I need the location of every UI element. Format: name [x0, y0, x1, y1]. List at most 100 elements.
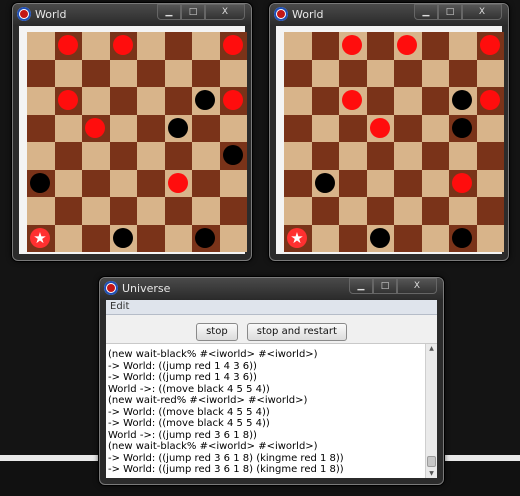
red-piece[interactable]	[342, 35, 362, 55]
board-square[interactable]	[284, 87, 312, 115]
board-square[interactable]	[164, 224, 192, 252]
board-square[interactable]	[339, 169, 367, 197]
board-square[interactable]	[284, 142, 312, 170]
black-piece[interactable]	[452, 117, 472, 138]
board-square[interactable]	[339, 59, 367, 87]
close-button[interactable]: X	[205, 4, 245, 20]
scroll-down-icon[interactable]: ▼	[426, 469, 437, 478]
board-square[interactable]	[219, 197, 247, 225]
black-piece[interactable]	[195, 227, 215, 248]
star-icon[interactable]: ★	[287, 227, 307, 248]
board-square[interactable]	[476, 114, 504, 142]
maximize-button[interactable]: □	[181, 4, 205, 20]
board-square[interactable]	[339, 87, 367, 115]
board-square[interactable]	[164, 59, 192, 87]
board-square[interactable]	[284, 169, 312, 197]
board-square[interactable]	[284, 197, 312, 225]
board-square[interactable]	[82, 87, 110, 115]
board-square[interactable]	[109, 87, 137, 115]
board-square[interactable]	[27, 169, 55, 197]
board-square[interactable]	[366, 224, 394, 252]
red-piece[interactable]	[369, 117, 390, 138]
board-square[interactable]	[476, 224, 504, 252]
board-square[interactable]	[449, 224, 477, 252]
board-square[interactable]	[164, 169, 192, 197]
maximize-button[interactable]: □	[373, 278, 397, 294]
board-square[interactable]	[219, 59, 247, 87]
board-square[interactable]	[54, 32, 82, 60]
board-square[interactable]	[394, 197, 422, 225]
board-square[interactable]	[109, 114, 137, 142]
black-piece[interactable]	[452, 227, 472, 248]
board-square[interactable]	[219, 142, 247, 170]
board-square[interactable]	[164, 114, 192, 142]
board-square[interactable]	[366, 87, 394, 115]
board-square[interactable]	[27, 197, 55, 225]
board-square[interactable]	[366, 32, 394, 60]
minimize-button[interactable]: ▁	[414, 4, 438, 20]
board-square[interactable]	[54, 224, 82, 252]
close-button[interactable]: X	[397, 278, 437, 294]
board-square[interactable]	[27, 142, 55, 170]
board-square[interactable]	[82, 32, 110, 60]
board-square[interactable]	[449, 114, 477, 142]
board-square[interactable]	[394, 142, 422, 170]
board-square[interactable]	[192, 59, 220, 87]
board-square[interactable]	[27, 59, 55, 87]
board-square[interactable]	[164, 32, 192, 60]
board-square[interactable]	[449, 169, 477, 197]
board-square[interactable]	[421, 87, 449, 115]
red-piece[interactable]	[397, 35, 417, 55]
board-square[interactable]	[109, 224, 137, 252]
board-square[interactable]	[27, 114, 55, 142]
board-square[interactable]	[449, 87, 477, 115]
board-square[interactable]	[164, 142, 192, 170]
board-square[interactable]	[109, 59, 137, 87]
board-square[interactable]	[366, 142, 394, 170]
universe-window[interactable]: Universe ▁ □ X Edit stop stop and restar…	[99, 277, 444, 485]
board-square[interactable]	[219, 224, 247, 252]
board-square[interactable]	[394, 32, 422, 60]
board-square[interactable]	[421, 32, 449, 60]
board-square[interactable]	[137, 32, 165, 60]
board-square[interactable]	[421, 59, 449, 87]
red-piece[interactable]	[57, 35, 78, 55]
board-square[interactable]	[27, 32, 55, 60]
maximize-button[interactable]: □	[438, 4, 462, 20]
board-square[interactable]	[476, 142, 504, 170]
board-square[interactable]	[82, 142, 110, 170]
board-square[interactable]	[366, 169, 394, 197]
board-square[interactable]	[339, 114, 367, 142]
board-square[interactable]	[54, 87, 82, 115]
black-piece[interactable]	[452, 90, 472, 110]
board-square[interactable]	[421, 169, 449, 197]
board-square[interactable]	[449, 59, 477, 87]
board-square[interactable]	[192, 32, 220, 60]
board-square[interactable]	[137, 142, 165, 170]
board-square[interactable]	[311, 197, 339, 225]
board-square[interactable]	[476, 197, 504, 225]
board-square[interactable]	[137, 224, 165, 252]
board-square[interactable]	[284, 114, 312, 142]
scroll-up-icon[interactable]: ▲	[426, 344, 437, 353]
board-square[interactable]	[366, 114, 394, 142]
red-piece[interactable]	[57, 90, 78, 110]
board-square[interactable]	[339, 142, 367, 170]
board-square[interactable]	[192, 142, 220, 170]
board-square[interactable]: ★	[284, 224, 312, 252]
board-square[interactable]	[311, 59, 339, 87]
menu-edit[interactable]: Edit	[110, 301, 129, 312]
titlebar[interactable]: Universe ▁ □ X	[100, 278, 443, 300]
board-square[interactable]	[476, 32, 504, 60]
stop-button[interactable]: stop	[196, 323, 238, 341]
board-square[interactable]	[284, 59, 312, 87]
board-square[interactable]	[109, 169, 137, 197]
world-window-2[interactable]: World ▁ □ X ★	[269, 3, 509, 261]
red-piece[interactable]	[479, 35, 500, 55]
minimize-button[interactable]: ▁	[349, 278, 373, 294]
board-square[interactable]	[366, 59, 394, 87]
board-square[interactable]	[82, 224, 110, 252]
board-square[interactable]	[54, 142, 82, 170]
board-square[interactable]	[109, 32, 137, 60]
board-square[interactable]	[339, 32, 367, 60]
